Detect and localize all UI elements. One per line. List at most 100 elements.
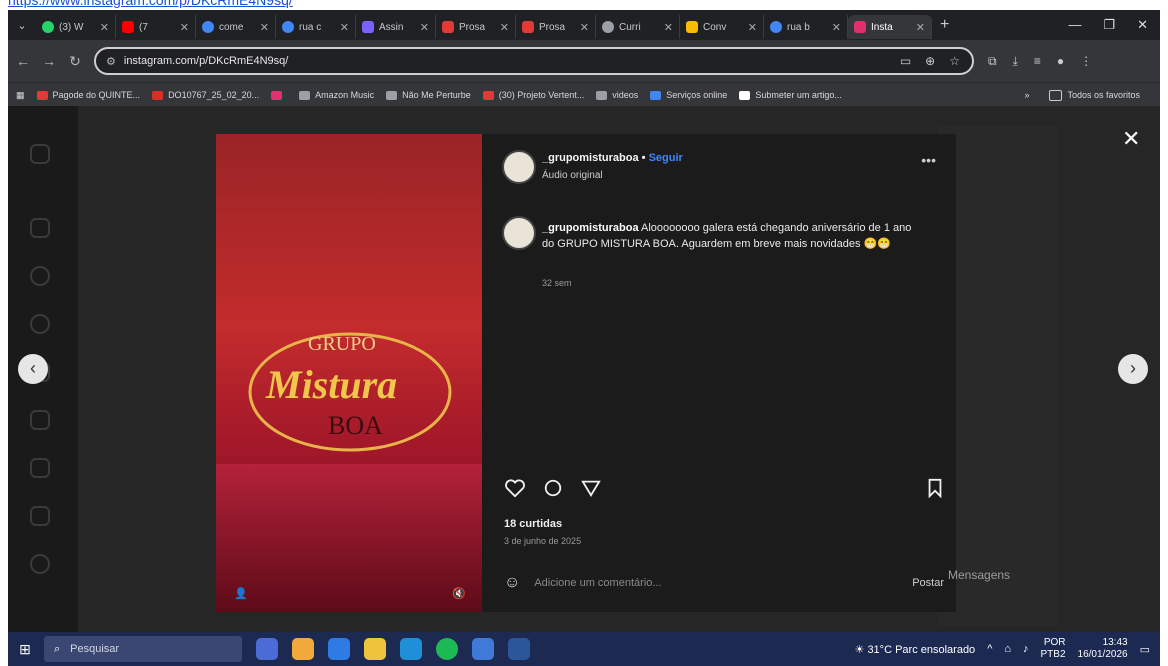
bookmark-item[interactable]: [271, 90, 287, 100]
extensions-icon[interactable]: ⧉: [988, 54, 997, 69]
browser-tab[interactable]: rua c ✕: [276, 15, 356, 39]
home-icon[interactable]: [30, 218, 50, 238]
close-tab-icon[interactable]: ✕: [748, 21, 757, 34]
comment-input[interactable]: Adicione um comentário...: [534, 577, 661, 589]
all-bookmarks-folder[interactable]: Todos os favoritos: [1049, 89, 1140, 101]
bookmark-item[interactable]: videos: [596, 90, 638, 100]
comment-icon[interactable]: [542, 478, 564, 498]
download-icon[interactable]: ⤓: [1013, 54, 1018, 69]
reading-list-icon[interactable]: ≡: [1034, 54, 1041, 69]
browser-tab-active[interactable]: Insta ✕: [848, 15, 932, 39]
like-heart-icon[interactable]: [504, 478, 526, 498]
close-tab-icon[interactable]: ✕: [260, 21, 269, 34]
address-bar[interactable]: ⚙ instagram.com/p/DKcRmE4N9sq/ ▭ ⊕ ☆: [94, 47, 974, 75]
close-tab-icon[interactable]: ✕: [664, 21, 673, 34]
close-tab-icon[interactable]: ✕: [916, 21, 925, 34]
browser-tab[interactable]: (7 ✕: [116, 15, 196, 39]
bookmark-item[interactable]: Submeter um artigo...: [739, 90, 842, 100]
reload-icon[interactable]: ↻: [64, 53, 86, 70]
close-tab-icon[interactable]: ✕: [340, 21, 349, 34]
messages-icon[interactable]: [30, 410, 50, 430]
profile-icon[interactable]: [30, 554, 50, 574]
browser-tab[interactable]: Assin ✕: [356, 15, 436, 39]
star-icon[interactable]: ☆: [949, 54, 960, 68]
windows-start-icon[interactable]: ⊞: [8, 641, 42, 658]
file-explorer-icon[interactable]: [364, 638, 386, 660]
clock[interactable]: 13:43 16/01/2026: [1078, 637, 1128, 661]
next-arrow-icon[interactable]: ›: [1118, 354, 1148, 384]
close-tab-icon[interactable]: ✕: [180, 21, 189, 34]
chrome-icon[interactable]: [328, 638, 350, 660]
task-view-icon[interactable]: [292, 638, 314, 660]
weather-widget[interactable]: ☀ 31°C Parc ensolarado: [855, 643, 976, 656]
close-tab-icon[interactable]: ✕: [100, 21, 109, 34]
site-info-icon[interactable]: ⚙: [106, 55, 116, 68]
close-tab-icon[interactable]: ✕: [420, 21, 429, 34]
language-indicator[interactable]: POR PTB2: [1041, 637, 1066, 661]
restore-icon[interactable]: ❐: [1103, 17, 1115, 33]
cast-icon[interactable]: ▭: [900, 54, 911, 68]
reel-video[interactable]: GRUPO Mistura BOA 👤 🔇: [216, 134, 482, 612]
word-icon[interactable]: [508, 638, 530, 660]
emoji-icon[interactable]: ☺: [504, 574, 520, 592]
menu-icon[interactable]: ⋮: [1080, 54, 1092, 69]
volume-icon[interactable]: ♪: [1023, 643, 1029, 655]
caption-username[interactable]: _grupomisturaboa: [542, 222, 639, 234]
close-tab-icon[interactable]: ✕: [832, 21, 841, 34]
browser-tab[interactable]: come ✕: [196, 15, 276, 39]
tray-chevron-icon[interactable]: ^: [987, 643, 992, 655]
explore-icon[interactable]: [30, 314, 50, 334]
edge-icon[interactable]: [400, 638, 422, 660]
back-icon[interactable]: ←: [12, 53, 34, 69]
zoom-icon[interactable]: ⊕: [925, 54, 935, 68]
top-url-link[interactable]: https://www.instagram.com/p/DKcRmE4N9sq/: [0, 0, 1168, 10]
share-icon[interactable]: [580, 478, 602, 498]
post-comment-button[interactable]: Postar: [912, 577, 944, 589]
bookmarks-overflow-button[interactable]: »: [1024, 90, 1029, 100]
create-icon[interactable]: [30, 506, 50, 526]
tagged-user-icon[interactable]: 👤: [234, 587, 248, 600]
browser-tab[interactable]: Prosa ✕: [516, 15, 596, 39]
close-icon[interactable]: ✕: [1122, 126, 1140, 152]
notifications-icon[interactable]: ▭: [1140, 643, 1150, 656]
minimize-icon[interactable]: —: [1068, 17, 1081, 33]
instagram-logo-icon[interactable]: [30, 144, 50, 164]
tab-search-button[interactable]: ⌄: [8, 19, 36, 32]
apps-icon[interactable]: ▦: [16, 90, 25, 101]
mute-icon[interactable]: 🔇: [452, 587, 466, 600]
browser-tab[interactable]: (3) W ✕: [36, 15, 116, 39]
browser-tab[interactable]: Prosa ✕: [436, 15, 516, 39]
spotify-icon[interactable]: [436, 638, 458, 660]
new-tab-button[interactable]: +: [940, 16, 949, 34]
avatar[interactable]: [502, 150, 536, 184]
network-icon[interactable]: ⌂: [1004, 643, 1011, 655]
username-link[interactable]: _grupomisturaboa: [542, 152, 639, 164]
save-bookmark-icon[interactable]: [926, 478, 944, 498]
browser-tab[interactable]: Conv ✕: [680, 15, 764, 39]
forward-icon[interactable]: →: [38, 53, 60, 69]
address-url[interactable]: instagram.com/p/DKcRmE4N9sq/: [124, 55, 288, 67]
close-tab-icon[interactable]: ✕: [500, 21, 509, 34]
close-window-icon[interactable]: ✕: [1137, 17, 1148, 33]
caption-avatar[interactable]: [502, 216, 536, 250]
bookmark-item[interactable]: (30) Projeto Vertent...: [482, 90, 584, 100]
more-options-icon[interactable]: •••: [921, 152, 936, 168]
audio-link[interactable]: Áudio original: [542, 170, 603, 181]
bookmark-item[interactable]: Não Me Perturbe: [386, 90, 471, 100]
profile-avatar[interactable]: ●: [1057, 54, 1064, 69]
likes-count[interactable]: 18 curtidas: [504, 518, 562, 530]
bookmark-item[interactable]: DO10767_25_02_20...: [152, 90, 259, 100]
copilot-icon[interactable]: [256, 638, 278, 660]
close-tab-icon[interactable]: ✕: [580, 21, 589, 34]
browser-tab[interactable]: rua b ✕: [764, 15, 848, 39]
search-icon[interactable]: [30, 266, 50, 286]
bookmark-item[interactable]: Pagode do QUINTE...: [36, 90, 140, 100]
messages-button[interactable]: Mensagens: [948, 568, 1010, 582]
follow-button[interactable]: Seguir: [649, 152, 683, 164]
heart-icon[interactable]: [30, 458, 50, 478]
bookmark-item[interactable]: Amazon Music: [299, 90, 374, 100]
taskbar-search[interactable]: ⌕ Pesquisar: [44, 636, 242, 662]
bookmark-item[interactable]: Serviços online: [650, 90, 727, 100]
previous-arrow-icon[interactable]: ‹: [18, 354, 48, 384]
browser-tab[interactable]: Curri ✕: [596, 15, 680, 39]
